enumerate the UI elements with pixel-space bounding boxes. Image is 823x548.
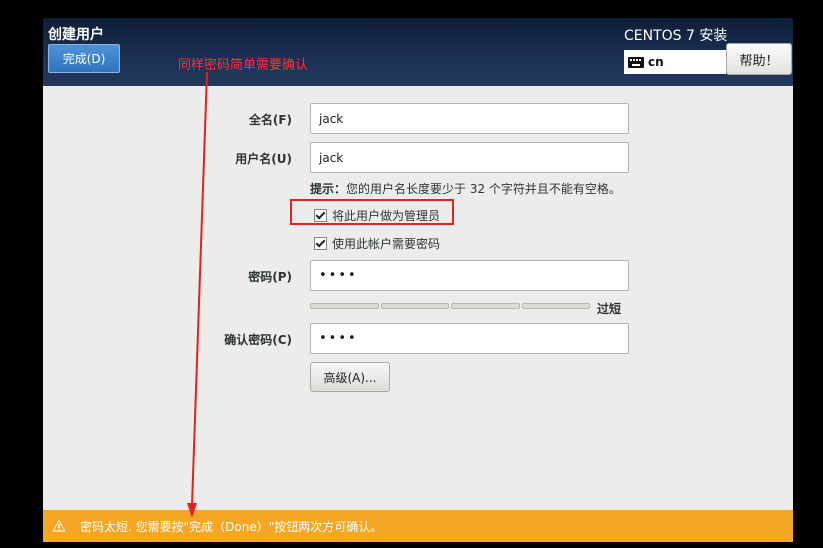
annotation-arrow [187, 71, 208, 518]
